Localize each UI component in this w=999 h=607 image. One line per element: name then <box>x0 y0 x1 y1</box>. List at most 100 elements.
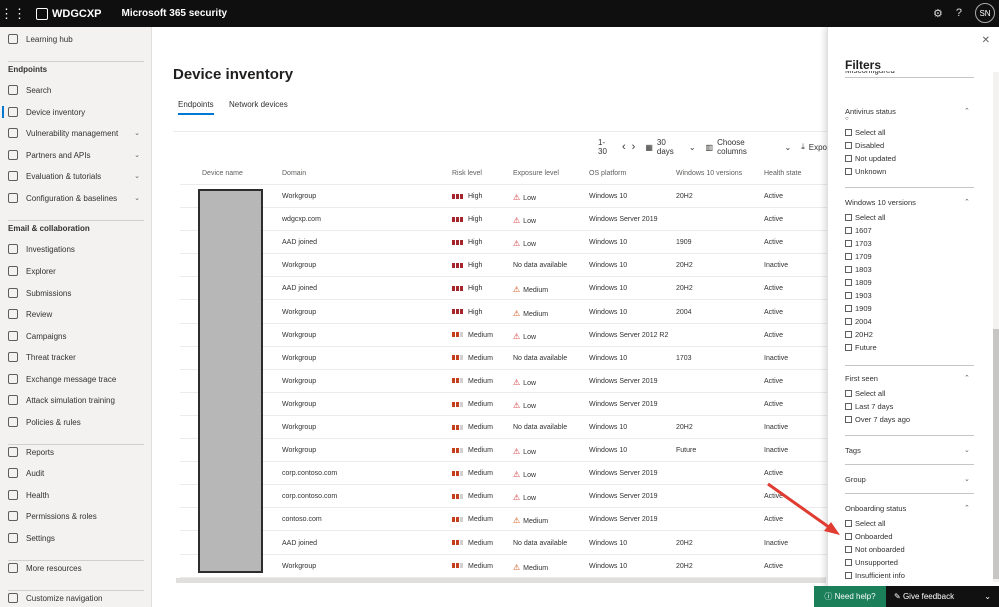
sidebar-item-customize-navigation[interactable]: Customize navigation <box>0 589 152 607</box>
chevron-up-icon[interactable]: ⌃ <box>964 107 970 115</box>
filter-option[interactable]: 2004 <box>845 316 872 327</box>
table-row[interactable]: Workgroup Medium No data available Windows … <box>180 347 827 370</box>
sidebar-item-vulnerability-management[interactable]: Vulnerability management ⌄ <box>0 124 152 142</box>
table-row[interactable]: Workgroup High No data available Windows 10… <box>180 254 827 278</box>
checkbox[interactable] <box>845 344 852 351</box>
table-row[interactable]: corp.contoso.com Medium ⚠ Low Windows Server… <box>180 485 827 509</box>
filter-option[interactable]: 20H2 <box>845 329 873 340</box>
sidebar-item-campaigns[interactable]: Campaigns <box>0 327 152 345</box>
filter-option[interactable]: 1809 <box>845 277 872 288</box>
checkbox[interactable] <box>845 279 852 286</box>
filter-option[interactable]: Insufficient info <box>845 570 905 581</box>
checkbox[interactable] <box>845 520 852 527</box>
chevron-up-icon[interactable]: ⌃ <box>964 198 970 206</box>
chevron-down-icon[interactable]: ⌄ <box>984 592 991 601</box>
filter-option[interactable]: 1607 <box>845 225 872 236</box>
checkbox[interactable] <box>845 390 852 397</box>
filter-option[interactable]: Over 7 days ago <box>845 414 910 425</box>
table-row[interactable]: Workgroup Medium ⚠ Low Windows 10 Future Inact… <box>180 439 827 463</box>
chevron-down-icon[interactable]: ⌄ <box>134 129 140 137</box>
checkbox[interactable] <box>845 168 852 175</box>
close-icon[interactable]: ✕ <box>982 35 990 46</box>
filter-option[interactable]: 1709 <box>845 251 872 262</box>
chevron-down-icon[interactable]: ⌄ <box>689 143 696 152</box>
filter-option[interactable]: Not updated <box>845 153 896 164</box>
prev-page-icon[interactable]: ‹ <box>622 141 626 153</box>
checkbox[interactable] <box>845 253 852 260</box>
table-row[interactable]: AAD joined Medium No data available Windows… <box>180 532 827 555</box>
waffle-icon[interactable]: ⋮⋮ <box>0 6 26 22</box>
checkbox[interactable] <box>845 292 852 299</box>
sidebar-item-review[interactable]: Review <box>0 305 152 323</box>
chevron-down-icon[interactable]: ⌄ <box>134 194 140 202</box>
filter-option[interactable]: 1703 <box>845 238 872 249</box>
gear-icon[interactable]: ⚙ <box>933 7 943 20</box>
checkbox[interactable] <box>845 129 852 136</box>
filter-option[interactable]: Unknown <box>845 166 886 177</box>
sidebar-item-exchange-message-trace[interactable]: Exchange message trace <box>0 370 152 388</box>
brand[interactable]: WDGCXP <box>36 7 102 20</box>
chevron-down-icon[interactable]: ⌄ <box>964 446 970 454</box>
filter-option[interactable]: Last 7 days <box>845 401 893 412</box>
tab-endpoints[interactable]: Endpoints <box>178 100 214 115</box>
column-header-exposure-level[interactable]: Exposure level <box>513 170 559 177</box>
filter-group-onboarding-status[interactable]: Onboarding status <box>845 504 906 513</box>
horizontal-scrollbar[interactable] <box>176 578 826 583</box>
sidebar-item-threat-tracker[interactable]: Threat tracker <box>0 348 152 366</box>
filter-option[interactable]: Select all <box>845 518 885 529</box>
sidebar-item-reports[interactable]: Reports <box>0 443 152 461</box>
filter-option[interactable]: 1803 <box>845 264 872 275</box>
chevron-up-icon[interactable]: ⌃ <box>964 374 970 382</box>
checkbox[interactable] <box>845 416 852 423</box>
days-filter[interactable]: 30 days <box>657 138 685 156</box>
filter-option[interactable]: Not onboarded <box>845 544 905 555</box>
sidebar-item-explorer[interactable]: Explorer <box>0 262 152 280</box>
filter-option[interactable]: Select all <box>845 388 885 399</box>
table-row[interactable]: wdgcxp.com High ⚠ Low Windows Server 2019 Act… <box>180 208 827 232</box>
column-header-device-name[interactable]: Device name <box>202 170 243 177</box>
column-header-domain[interactable]: Domain <box>282 170 306 177</box>
table-row[interactable]: Workgroup Medium No data available Windows … <box>180 416 827 439</box>
sidebar-item-learning-hub[interactable]: Learning hub <box>0 30 152 48</box>
sidebar-item-policies-rules[interactable]: Policies & rules <box>0 413 152 431</box>
filter-group-group[interactable]: Group <box>845 475 866 484</box>
table-row[interactable]: Workgroup Medium ⚠ Low Windows Server 2012 R… <box>180 324 827 347</box>
chevron-up-icon[interactable]: ⌃ <box>964 504 970 512</box>
filter-group-first-seen[interactable]: First seen <box>845 374 878 383</box>
table-row[interactable]: Workgroup Medium ⚠ Low Windows Server 2019 Ac… <box>180 393 827 416</box>
filter-option[interactable]: 1909 <box>845 303 872 314</box>
filter-option[interactable]: Select all <box>845 212 885 223</box>
choose-columns-button[interactable]: Choose columns <box>717 138 776 156</box>
chevron-down-icon[interactable]: ⌄ <box>134 151 140 159</box>
export-button[interactable]: Expo <box>809 143 827 152</box>
table-row[interactable]: Workgroup High ⚠ Medium Windows 10 2004 Active <box>180 301 827 324</box>
checkbox[interactable] <box>845 214 852 221</box>
table-row[interactable]: Workgroup Medium ⚠ Medium Windows 10 20H2 Acti… <box>180 555 827 578</box>
filter-option[interactable]: Future <box>845 342 877 353</box>
sidebar-item-partners-and-apis[interactable]: Partners and APIs ⌄ <box>0 146 152 164</box>
sidebar-item-configuration-baselines[interactable]: Configuration & baselines ⌄ <box>0 189 152 207</box>
sidebar-item-device-inventory[interactable]: Device inventory <box>0 103 152 121</box>
checkbox[interactable] <box>845 331 852 338</box>
table-row[interactable]: corp.contoso.com Medium ⚠ Low Windows Server… <box>180 462 827 486</box>
give-feedback-button[interactable]: ✎ Give feedback ⌄ <box>886 586 999 607</box>
table-row[interactable]: AAD joined High ⚠ Medium Windows 10 20H2 Activ… <box>180 277 827 301</box>
filter-option[interactable]: Disabled <box>845 140 884 151</box>
sidebar-item-more-resources[interactable]: More resources <box>0 559 152 577</box>
column-header-risk-level[interactable]: Risk level <box>452 170 482 177</box>
sidebar-item-health[interactable]: Health <box>0 486 152 504</box>
column-header-health-state[interactable]: Health state <box>764 170 801 177</box>
filter-option[interactable]: 1903 <box>845 290 872 301</box>
need-help-button[interactable]: ⓘ Need help? <box>814 586 886 607</box>
chevron-down-icon[interactable]: ⌄ <box>964 475 970 483</box>
checkbox[interactable] <box>845 142 852 149</box>
filter-option[interactable]: Onboarded <box>845 531 893 542</box>
sidebar-item-audit[interactable]: Audit <box>0 464 152 482</box>
next-page-icon[interactable]: › <box>632 141 636 153</box>
filter-group-tags[interactable]: Tags <box>845 446 861 455</box>
sidebar-item-evaluation-tutorials[interactable]: Evaluation & tutorials ⌄ <box>0 167 152 185</box>
checkbox[interactable] <box>845 240 852 247</box>
table-row[interactable]: contoso.com Medium ⚠ Medium Windows Server 2… <box>180 508 827 532</box>
sidebar-item-attack-simulation-training[interactable]: Attack simulation training <box>0 391 152 409</box>
help-icon[interactable]: ? <box>956 7 962 19</box>
